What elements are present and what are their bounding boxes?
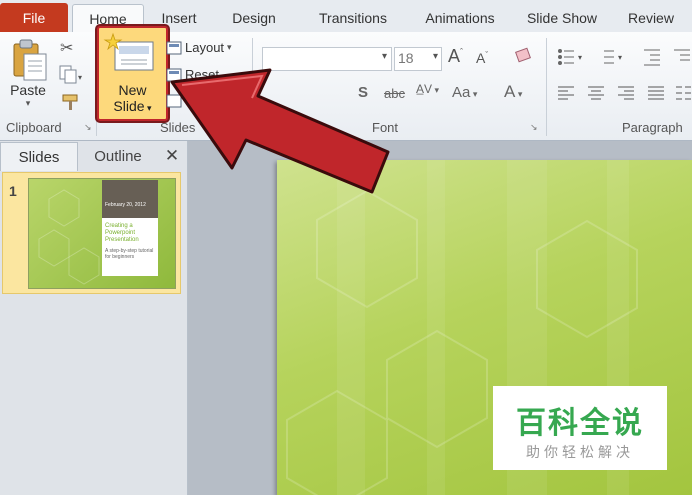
tab-slides[interactable]: Slides [0,142,78,171]
justify-icon [648,86,664,100]
numbering-icon [604,50,614,64]
tab-review[interactable]: Review [616,4,686,32]
tab-outline[interactable]: Outline [78,142,158,170]
increase-indent-icon [674,49,690,61]
thumbnail-content-box: Creating a Powerpoint Presentation A ste… [102,218,158,276]
layout-button[interactable]: Layout ▾ [166,40,232,55]
tab-transitions[interactable]: Transitions [298,4,408,32]
layout-dropdown-icon: ▾ [227,42,232,52]
watermark-subtitle: 助你轻松解决 [526,445,634,461]
svg-text:▾: ▾ [78,73,82,82]
layout-icon [166,41,182,54]
watermark-title: 百科全说 [516,406,644,441]
align-left-icon [558,86,574,100]
grow-font-icon[interactable]: Aˆ [448,46,463,67]
paste-label: Paste [10,82,46,98]
clipboard-launcher-icon[interactable]: ↘ [84,122,94,132]
align-right-icon [618,86,634,100]
red-arrow-annotation [170,68,390,194]
paste-button[interactable]: Paste ▾ [6,36,50,118]
paste-icon [13,39,47,81]
slide-number: 1 [9,183,17,199]
thumbnail-title: Creating a Powerpoint Presentation [105,223,139,243]
list-buttons-row: ▾ ▾ [556,46,692,68]
svg-text:▾: ▾ [618,53,622,62]
thumbnail-subtitle: A step-by-step tutorial for beginners [105,248,154,260]
cut-icon[interactable]: ✂ [60,38,82,58]
font-launcher-icon[interactable]: ↘ [530,122,540,132]
decrease-indent-icon [644,49,660,66]
paragraph-group-label: Paragraph [622,120,683,135]
layout-label: Layout [185,40,225,55]
tab-slide-show[interactable]: Slide Show [514,4,610,32]
bullets-icon [558,49,574,65]
character-spacing-icon[interactable]: A̲V ▾ [416,82,439,96]
paste-dropdown-icon: ▾ [25,98,31,108]
format-painter-icon[interactable] [60,92,82,112]
watermark-logo: 百科全说 助你轻松解决 [493,386,667,470]
change-case-icon[interactable]: Aa ▾ [452,84,477,101]
tab-animations[interactable]: Animations [410,4,510,32]
tab-file[interactable]: File [0,3,68,32]
clear-formatting-icon[interactable] [514,46,534,66]
thumbnail-date: February 20, 2012 [105,202,146,208]
copy-icon[interactable]: ▾ [58,64,84,84]
new-slide-label-line2: Slide [113,98,145,114]
svg-text:▾: ▾ [578,53,582,62]
clipboard-group-label: Clipboard [6,120,62,135]
columns-icon [676,86,691,100]
align-center-icon [588,86,604,100]
align-buttons-row [556,84,692,104]
shrink-font-icon[interactable]: Aˇ [476,50,488,66]
tab-design[interactable]: Design [218,4,290,32]
font-size-dropdown-icon: ▾ [432,51,438,62]
font-color-icon[interactable]: A ▾ [504,82,522,102]
group-separator [546,38,547,136]
